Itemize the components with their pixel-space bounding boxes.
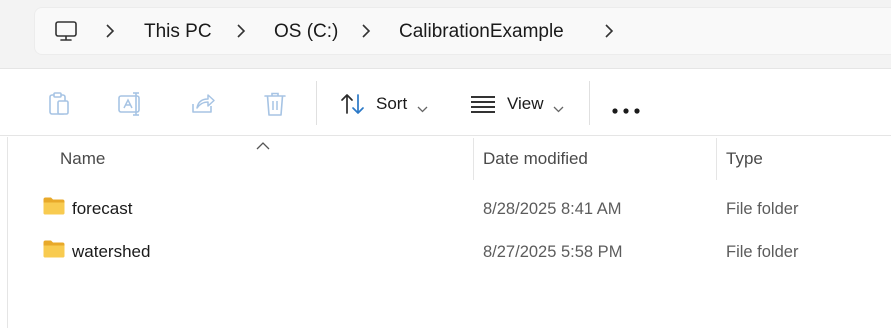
breadcrumb-chevron-icon[interactable] [236, 24, 246, 43]
file-type: File folder [726, 200, 799, 218]
share-icon[interactable] [190, 92, 216, 121]
column-header-date-modified[interactable]: Date modified [483, 149, 588, 169]
toolbar-divider [589, 81, 590, 125]
more-icon[interactable] [612, 101, 640, 119]
folder-icon [43, 197, 65, 220]
table-row[interactable]: forecast 8/28/2025 8:41 AM File folder [0, 189, 891, 229]
clipboard-icon[interactable] [46, 91, 72, 122]
breadcrumb-this-pc[interactable]: This PC [144, 19, 212, 45]
rename-icon[interactable] [117, 91, 145, 122]
view-button[interactable]: View [507, 94, 544, 114]
sort-ascending-icon [256, 137, 270, 155]
file-date-modified: 8/28/2025 8:41 AM [483, 200, 622, 218]
column-header-type[interactable]: Type [726, 149, 763, 169]
file-name[interactable]: forecast [72, 199, 132, 219]
chevron-down-icon[interactable] [553, 100, 564, 118]
table-row[interactable]: watershed 8/27/2025 5:58 PM File folder [0, 232, 891, 272]
breadcrumb-chevron-icon[interactable] [361, 24, 371, 43]
column-divider[interactable] [473, 138, 474, 180]
view-icon[interactable] [470, 95, 496, 118]
toolbar-divider [316, 81, 317, 125]
folder-icon [43, 240, 65, 263]
computer-icon[interactable] [54, 19, 78, 48]
column-header-name[interactable]: Name [60, 149, 105, 169]
column-divider[interactable] [716, 138, 717, 180]
breadcrumb-os-c[interactable]: OS (C:) [274, 19, 338, 45]
sort-button[interactable]: Sort [376, 94, 407, 114]
file-type: File folder [726, 243, 799, 261]
breadcrumb-chevron-icon[interactable] [105, 24, 115, 43]
chevron-down-icon[interactable] [417, 100, 428, 118]
file-name[interactable]: watershed [72, 242, 150, 262]
breadcrumb-chevron-icon[interactable] [604, 24, 614, 43]
trash-icon[interactable] [263, 91, 287, 122]
sort-icon[interactable] [340, 92, 366, 121]
breadcrumb-calibration-example[interactable]: CalibrationExample [399, 19, 564, 45]
file-date-modified: 8/27/2025 5:58 PM [483, 243, 623, 261]
